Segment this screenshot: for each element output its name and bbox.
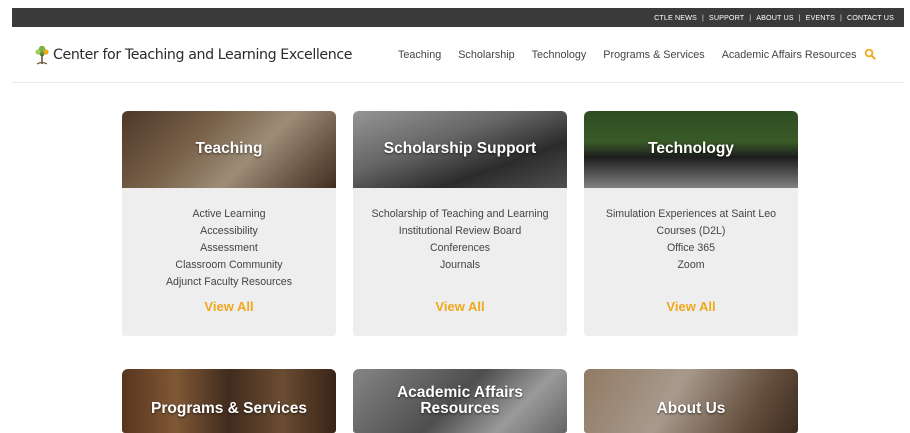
card-link[interactable]: Journals [353, 257, 567, 274]
card-link[interactable]: Active Learning [122, 206, 336, 223]
nav-academic-affairs-resources[interactable]: Academic Affairs Resources [722, 49, 857, 61]
card-link[interactable]: Scholarship of Teaching and Learning [353, 206, 567, 223]
nav-teaching[interactable]: Teaching [398, 49, 441, 61]
card-title: Teaching [195, 140, 263, 158]
nav-programs-services[interactable]: Programs & Services [603, 49, 704, 61]
card-banner-image[interactable]: Programs & Services [122, 369, 336, 433]
card-link[interactable]: Zoom [584, 257, 798, 274]
separator: | [701, 13, 704, 22]
card-title: Technology [648, 140, 734, 158]
card-technology: Technology Simulation Experiences at Sai… [584, 111, 798, 336]
card-link[interactable]: Office 365 [584, 240, 798, 257]
card-link[interactable]: Classroom Community [122, 257, 336, 274]
separator: | [749, 13, 752, 22]
separator: | [798, 13, 801, 22]
card-banner-image[interactable]: Academic Affairs Resources [353, 369, 567, 433]
card-banner-image[interactable]: Teaching [122, 111, 336, 188]
card-title: About Us [656, 399, 726, 417]
separator: | [839, 13, 842, 22]
utility-bar: CTLE NEWS | SUPPORT | ABOUT US | EVENTS … [12, 8, 904, 27]
nav-technology[interactable]: Technology [532, 49, 587, 61]
card-banner-image[interactable]: About Us [584, 369, 798, 433]
card-title: Scholarship Support [383, 140, 537, 158]
utility-link-about-us[interactable]: ABOUT US [756, 13, 793, 22]
utility-link-contact-us[interactable]: CONTACT US [847, 13, 894, 22]
card-link[interactable]: Adjunct Faculty Resources [122, 274, 336, 291]
site-title: Center for Teaching and Learning Excelle… [53, 46, 353, 63]
utility-link-support[interactable]: SUPPORT [709, 13, 744, 22]
card-link[interactable]: Simulation Experiences at Saint Leo [584, 206, 798, 223]
main-nav: Teaching Scholarship Technology Programs… [398, 27, 874, 83]
card-link[interactable]: Accessibility [122, 223, 336, 240]
utility-link-ctle-news[interactable]: CTLE NEWS [654, 13, 697, 22]
tree-icon [35, 45, 49, 65]
card-banner-image[interactable]: Technology [584, 111, 798, 188]
card-link[interactable]: Assessment [122, 240, 336, 257]
card-banner-image[interactable]: Scholarship Support [353, 111, 567, 188]
site-header: Center for Teaching and Learning Excelle… [12, 27, 904, 83]
view-all-link[interactable]: View All [122, 299, 336, 314]
card-programs-services: Programs & Services [122, 369, 336, 433]
card-link[interactable]: Conferences [353, 240, 567, 257]
card-link[interactable]: Institutional Review Board [353, 223, 567, 240]
card-academic-affairs-resources: Academic Affairs Resources [353, 369, 567, 433]
view-all-link[interactable]: View All [353, 299, 567, 314]
site-logo[interactable]: Center for Teaching and Learning Excelle… [34, 44, 352, 66]
card-title: Programs & Services [151, 399, 307, 417]
search-icon[interactable] [864, 48, 876, 60]
card-link-list: Active Learning Accessibility Assessment… [122, 188, 336, 291]
utility-link-events[interactable]: EVENTS [806, 13, 835, 22]
card-about-us: About Us [584, 369, 798, 433]
view-all-link[interactable]: View All [584, 299, 798, 314]
nav-scholarship[interactable]: Scholarship [458, 49, 514, 61]
card-link-list: Simulation Experiences at Saint Leo Cour… [584, 188, 798, 274]
card-link[interactable]: Courses (D2L) [584, 223, 798, 240]
card-link-list: Scholarship of Teaching and Learning Ins… [353, 188, 567, 274]
card-teaching: Teaching Active Learning Accessibility A… [122, 111, 336, 336]
card-title: Academic Affairs Resources [396, 383, 524, 417]
card-scholarship-support: Scholarship Support Scholarship of Teach… [353, 111, 567, 336]
